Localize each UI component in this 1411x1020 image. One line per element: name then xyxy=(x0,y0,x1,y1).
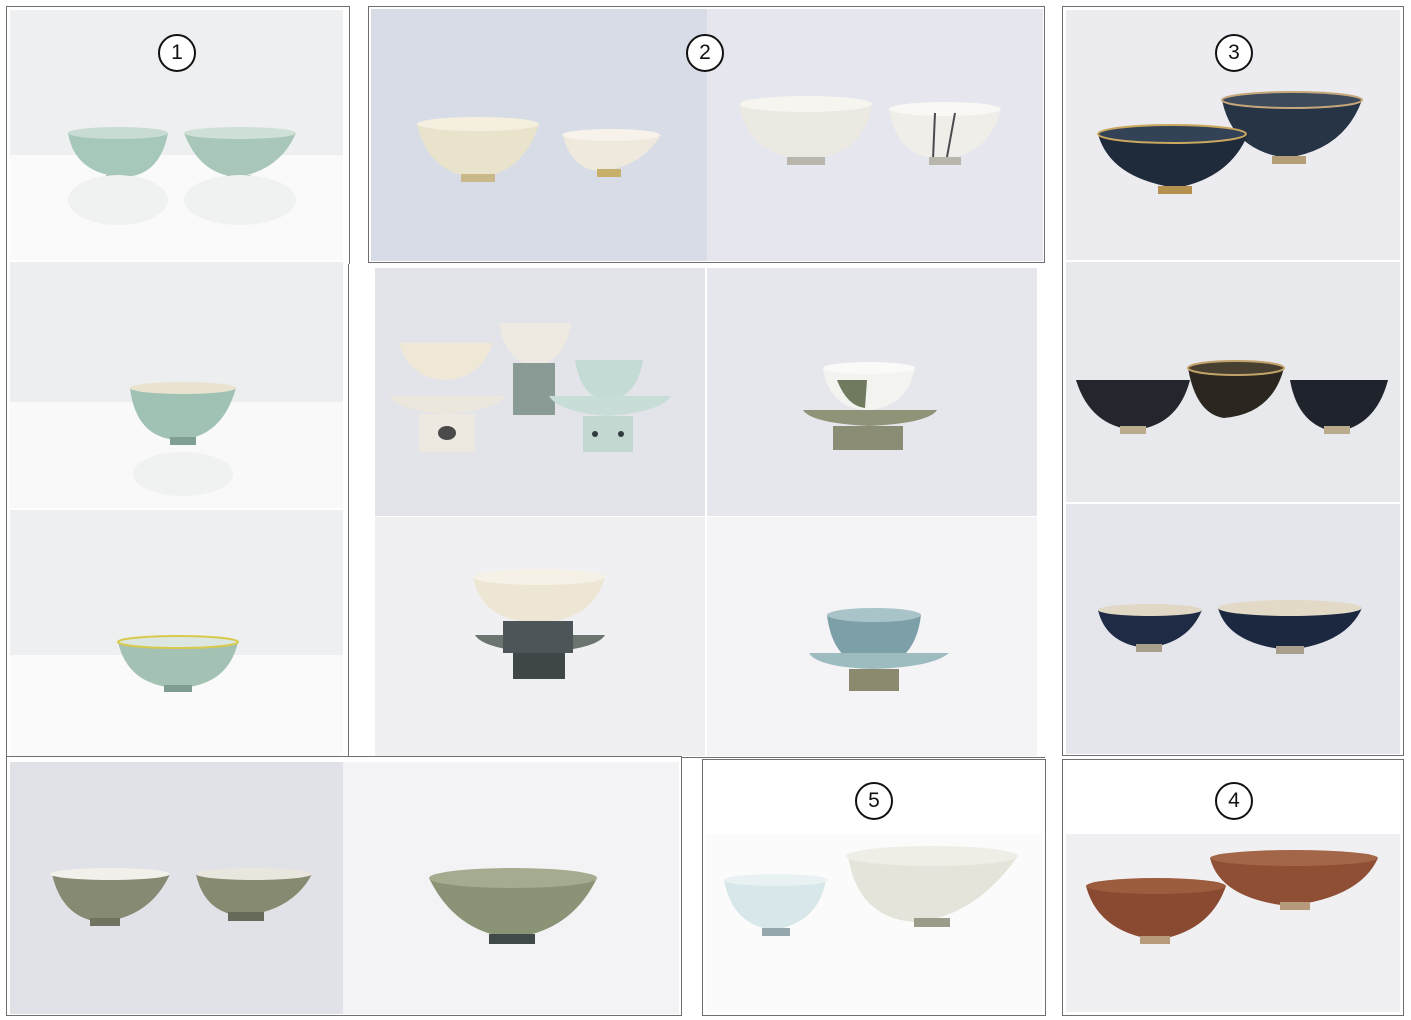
olive-bowl-pair-icon xyxy=(10,762,343,1014)
celadon-bowl-icon xyxy=(10,262,343,508)
photo-olive-pair xyxy=(10,762,343,1014)
black-tea-bowl-pair-icon xyxy=(1066,504,1400,754)
cup-stand-icon xyxy=(707,517,1037,756)
brown-bowl-pair-icon xyxy=(1066,834,1400,1012)
photo-tenmoku-rimmed xyxy=(1066,504,1400,754)
photo-blue-cup-stand xyxy=(707,517,1037,756)
olive-conical-bowl-icon xyxy=(343,762,679,1014)
black-tea-bowl-trio-icon xyxy=(1066,262,1400,502)
cup-stand-icon xyxy=(375,517,705,756)
group-2-badge: 2 xyxy=(686,34,724,72)
photo-cup-stands xyxy=(375,268,705,516)
cup-stand-icon xyxy=(707,268,1037,516)
photo-tenmoku-trio xyxy=(1066,262,1400,502)
qingbai-bowl-pair-icon xyxy=(706,834,1042,1012)
photo-white-cup-dark-stand xyxy=(375,517,705,756)
lobed-celadon-bowl-icon xyxy=(10,510,343,756)
group-1-badge: 1 xyxy=(158,34,196,72)
photo-celadon-lobed xyxy=(10,510,343,756)
white-bowl-pair-icon xyxy=(707,9,1043,261)
photo-white-pair-left xyxy=(371,9,707,261)
photo-cup-on-stand xyxy=(707,268,1037,516)
photo-celadon-single xyxy=(10,262,343,508)
white-bowl-pair-icon xyxy=(371,9,707,261)
photo-brown-pair xyxy=(1066,834,1400,1012)
photo-qingbai-pair xyxy=(706,834,1042,1012)
cup-stand-set-icon xyxy=(375,268,705,516)
group-3-badge: 3 xyxy=(1215,34,1253,72)
group-5-badge: 5 xyxy=(855,782,893,820)
photo-white-pair-right xyxy=(707,9,1043,261)
group-4-badge: 4 xyxy=(1215,782,1253,820)
photo-olive-conical xyxy=(343,762,679,1014)
